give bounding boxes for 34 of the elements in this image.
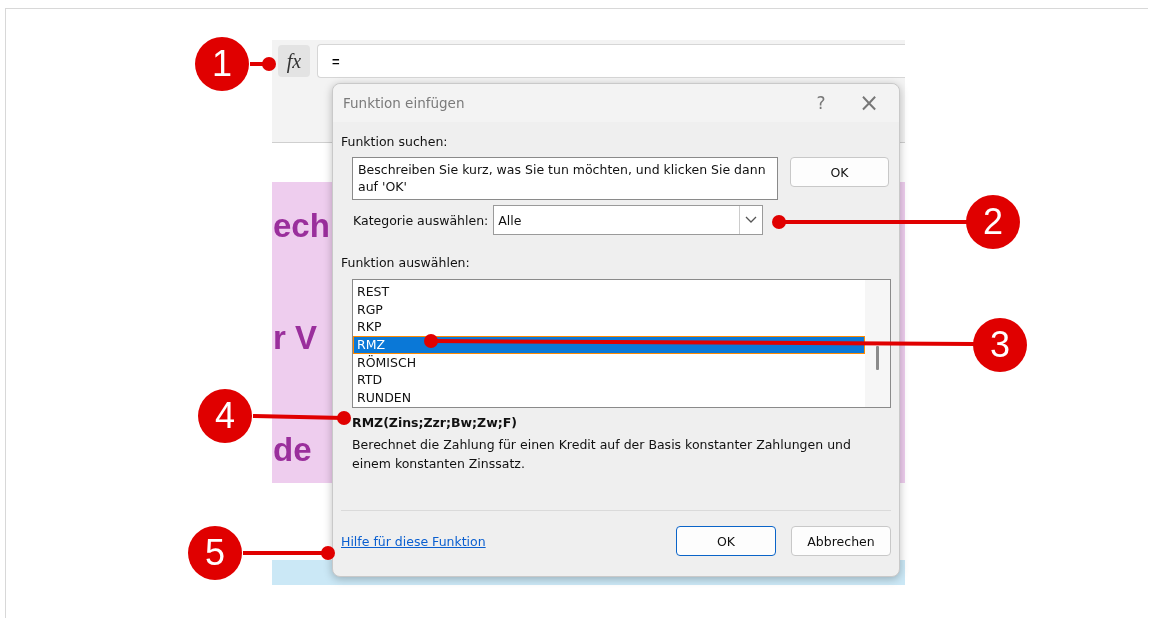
function-button[interactable]: fx [278, 45, 310, 77]
callout-marker: 2 [966, 195, 1020, 249]
slide-heading-text: de [273, 430, 312, 470]
scrollbar-thumb[interactable] [876, 346, 879, 370]
scrollbar[interactable] [865, 280, 890, 407]
cancel-button[interactable]: Abbrechen [791, 526, 891, 556]
search-label: Funktion suchen: [341, 134, 449, 149]
callout-marker: 3 [973, 318, 1027, 372]
function-list-item[interactable]: RGP [353, 300, 865, 319]
slide-heading-text: r V [273, 318, 318, 358]
function-list-item[interactable]: RKP [353, 318, 865, 337]
callout-marker: 1 [195, 37, 249, 91]
formula-input[interactable]: = [317, 44, 905, 78]
slide-heading-text: ech [273, 206, 330, 246]
dialog-title: Funktion einfügen [343, 95, 466, 111]
category-dropdown[interactable]: Alle [493, 205, 764, 235]
function-list-item[interactable]: RUNDEN [353, 389, 865, 407]
callout-marker: 5 [188, 526, 242, 580]
function-signature: RMZ(Zins;Zzr;Bw;Zw;F) [352, 415, 518, 430]
function-list-label: Funktion auswählen: [341, 255, 471, 270]
ok-button[interactable]: OK [790, 157, 889, 187]
function-list-item[interactable]: RTD [353, 371, 865, 390]
search-field[interactable]: Beschreiben Sie kurz, was Sie tun möchten, und klicken Sie dann auf 'OK' [352, 157, 778, 200]
leader-line [250, 57, 276, 71]
help-button[interactable]: ? [801, 93, 841, 113]
function-list-item[interactable]: RÖMISCH [353, 353, 865, 372]
function-description: Berechnet die Zahlung für einen Kredit auf der Basis konstanter Zahlungen und einem konstanten Zinssatz. [352, 436, 852, 473]
dropdown-value: Alle [498, 212, 523, 228]
help-link[interactable]: Hilfe für diese Funktion [341, 533, 486, 549]
function-list-item[interactable]: REST [353, 283, 865, 301]
ok-button[interactable]: OK [676, 526, 776, 556]
close-button[interactable]: × [849, 89, 889, 117]
category-label: Kategorie auswählen: [353, 212, 489, 228]
callout-marker: 4 [198, 389, 252, 443]
